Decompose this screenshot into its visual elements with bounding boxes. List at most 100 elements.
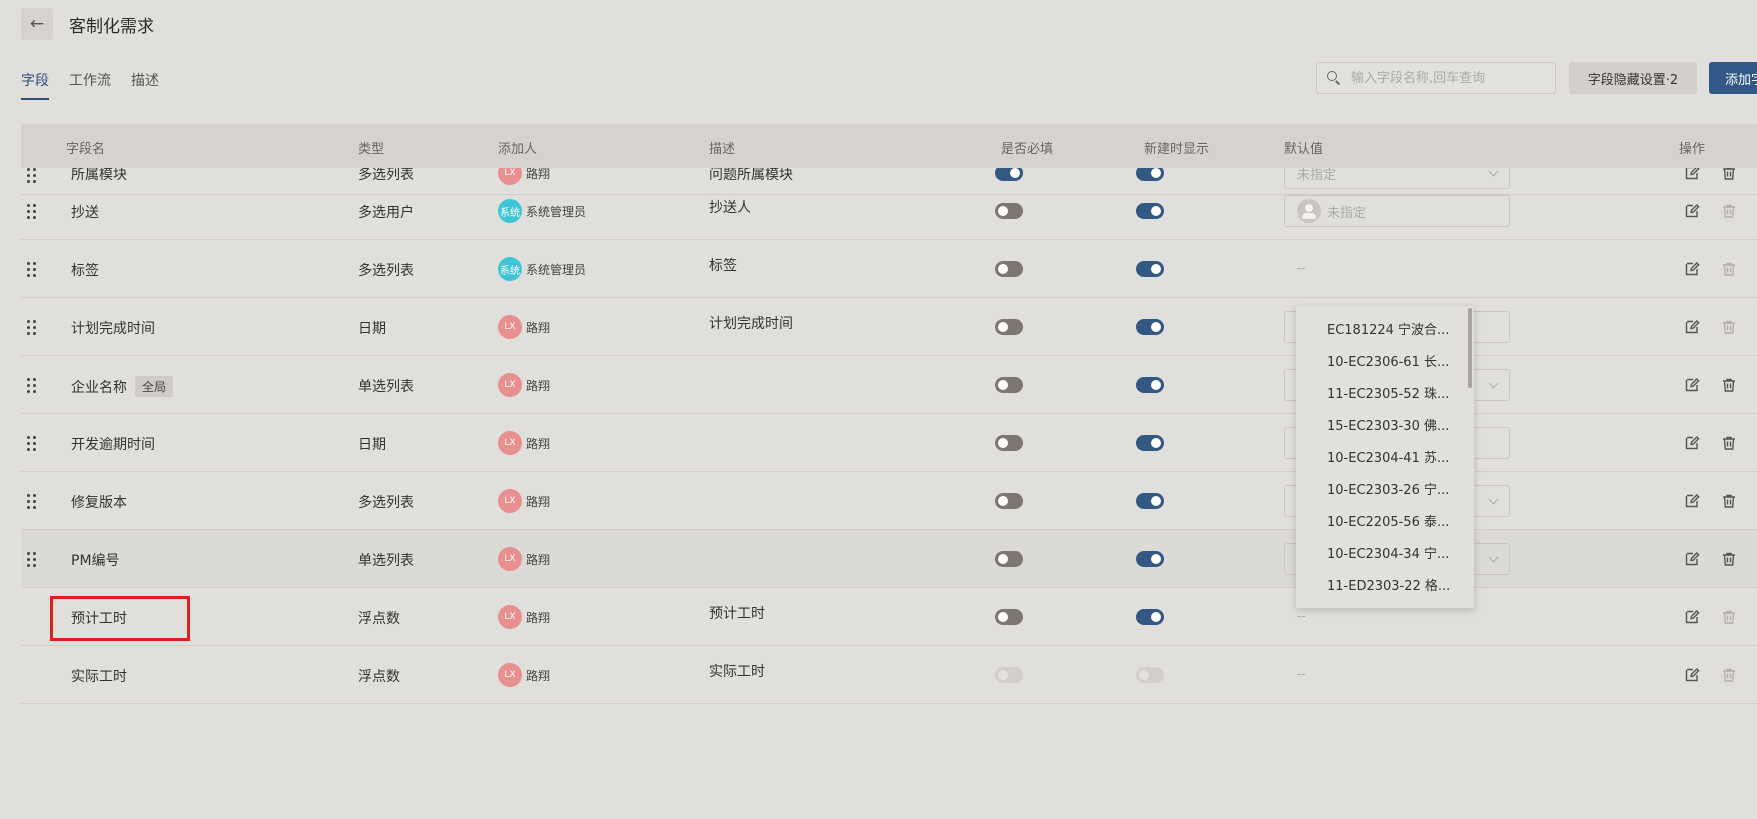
field-name-text: 修复版本 bbox=[71, 495, 127, 511]
required-toggle[interactable] bbox=[995, 203, 1023, 219]
field-adder: LX 路翔 bbox=[498, 489, 550, 513]
field-type: 日期 bbox=[358, 321, 386, 337]
dropdown-option[interactable]: 11-ED2303-22 格... bbox=[1296, 568, 1474, 600]
field-name-text: 抄送 bbox=[71, 205, 99, 221]
col-header-required: 是否必填 bbox=[1001, 142, 1054, 157]
dropdown-option[interactable]: 10-EC2205-56 泰... bbox=[1296, 504, 1474, 536]
drag-handle-icon[interactable] bbox=[27, 494, 37, 509]
field-adder: LX 路翔 bbox=[498, 605, 550, 629]
required-toggle[interactable] bbox=[995, 319, 1023, 335]
field-name-text: 实际工时 bbox=[71, 669, 127, 685]
required-toggle[interactable] bbox=[995, 551, 1023, 567]
avatar: LX bbox=[498, 663, 522, 687]
show-on-create-toggle[interactable] bbox=[1136, 203, 1164, 219]
table-row: 预计工时 浮点数 LX 路翔 预计工时 -- bbox=[21, 588, 1757, 646]
dropdown-option[interactable]: 10-EC2304-41 苏... bbox=[1296, 440, 1474, 472]
show-on-create-toggle bbox=[1136, 667, 1164, 683]
edit-icon[interactable] bbox=[1684, 667, 1700, 683]
edit-icon[interactable] bbox=[1684, 609, 1700, 625]
field-adder: LX 路翔 bbox=[498, 431, 550, 455]
edit-icon[interactable] bbox=[1684, 261, 1700, 277]
chevron-down-icon bbox=[1488, 378, 1499, 389]
show-on-create-toggle[interactable] bbox=[1136, 551, 1164, 567]
drag-handle-icon[interactable] bbox=[27, 168, 37, 183]
required-toggle[interactable] bbox=[995, 609, 1023, 625]
table-row: PM编号单选列表LX路翔未指定 bbox=[21, 530, 1757, 588]
field-name-text: 企业名称 bbox=[71, 379, 127, 396]
edit-icon[interactable] bbox=[1684, 319, 1700, 335]
field-type: 多选列表 bbox=[358, 495, 414, 511]
highlight-box bbox=[50, 596, 190, 641]
field-description: 计划完成时间 bbox=[709, 316, 793, 332]
field-type: 日期 bbox=[358, 437, 386, 453]
show-on-create-toggle[interactable] bbox=[1136, 493, 1164, 509]
default-value-empty: -- bbox=[1297, 609, 1306, 623]
adder-name: 系统管理员 bbox=[526, 262, 587, 277]
dropdown-option[interactable]: 10-EC2304-34 宁... bbox=[1296, 536, 1474, 568]
edit-icon[interactable] bbox=[1684, 377, 1700, 393]
avatar: LX bbox=[498, 315, 522, 339]
search-icon bbox=[1327, 71, 1341, 85]
table-row: 实际工时 浮点数 LX 路翔 实际工时 -- bbox=[21, 646, 1757, 704]
chevron-down-icon bbox=[1488, 552, 1499, 563]
required-toggle[interactable] bbox=[995, 261, 1023, 277]
tab-description[interactable]: 描述 bbox=[131, 70, 159, 100]
tab-workflow[interactable]: 工作流 bbox=[69, 70, 111, 100]
show-on-create-toggle[interactable] bbox=[1136, 609, 1164, 625]
delete-icon[interactable] bbox=[1721, 377, 1737, 393]
adder-name: 路翔 bbox=[526, 668, 551, 683]
drag-handle-icon[interactable] bbox=[27, 436, 37, 451]
required-toggle[interactable] bbox=[995, 493, 1023, 509]
edit-icon[interactable] bbox=[1684, 435, 1700, 451]
show-on-create-toggle[interactable] bbox=[1136, 435, 1164, 451]
adder-name: 路翔 bbox=[526, 320, 551, 335]
dropdown-option[interactable]: EC181224 宁波合... bbox=[1296, 312, 1474, 344]
dropdown-option[interactable]: 10-EC2303-26 宁... bbox=[1296, 472, 1474, 504]
avatar: LX bbox=[498, 431, 522, 455]
global-tag-badge: 全局 bbox=[135, 376, 174, 397]
delete-icon[interactable] bbox=[1721, 551, 1737, 567]
field-type: 浮点数 bbox=[358, 611, 400, 627]
delete-icon[interactable] bbox=[1721, 493, 1737, 509]
adder-name: 系统管理员 bbox=[526, 204, 587, 219]
tab-fields[interactable]: 字段 bbox=[21, 70, 49, 100]
field-name-text: PM编号 bbox=[71, 553, 120, 569]
required-toggle[interactable] bbox=[995, 435, 1023, 451]
add-field-button[interactable]: 添加字 bbox=[1709, 62, 1757, 94]
dropdown-option[interactable]: 10-EC2306-61 长... bbox=[1296, 344, 1474, 376]
field-adder: LX 路翔 bbox=[498, 373, 550, 397]
delete-icon bbox=[1721, 609, 1737, 625]
dropdown-option[interactable]: 15-EC2303-30 佛... bbox=[1296, 408, 1474, 440]
show-on-create-toggle[interactable] bbox=[1136, 261, 1164, 277]
field-type: 浮点数 bbox=[358, 669, 400, 685]
required-toggle[interactable] bbox=[995, 377, 1023, 393]
table-row: 计划完成时间 日期 LX 路翔 计划完成时间 bbox=[21, 298, 1757, 356]
dropdown-option[interactable]: 11-EC2305-52 珠... bbox=[1296, 376, 1474, 408]
topbar: ← 客制化需求 bbox=[21, 8, 154, 40]
default-value-text: 未指定 bbox=[1327, 205, 1367, 221]
edit-icon[interactable] bbox=[1684, 203, 1700, 219]
delete-icon[interactable] bbox=[1721, 435, 1737, 451]
back-button[interactable]: ← bbox=[21, 8, 53, 40]
col-header-show-on-create: 新建时显示 bbox=[1144, 142, 1210, 157]
drag-handle-icon[interactable] bbox=[27, 204, 37, 219]
col-header-actions: 操作 bbox=[1679, 142, 1706, 157]
drag-handle-icon[interactable] bbox=[27, 262, 37, 277]
chevron-down-icon bbox=[1488, 494, 1499, 505]
show-on-create-toggle[interactable] bbox=[1136, 319, 1164, 335]
search-input[interactable] bbox=[1351, 70, 1541, 86]
drag-handle-icon[interactable] bbox=[27, 378, 37, 393]
field-type: 多选用户 bbox=[358, 205, 414, 221]
adder-name: 路翔 bbox=[526, 436, 551, 451]
edit-icon[interactable] bbox=[1684, 551, 1700, 567]
show-on-create-toggle[interactable] bbox=[1136, 377, 1164, 393]
dropdown-scrollbar[interactable] bbox=[1468, 308, 1472, 388]
edit-icon[interactable] bbox=[1684, 493, 1700, 509]
default-value-field[interactable]: 未指定 bbox=[1284, 195, 1510, 227]
tab-bar: 字段 工作流 描述 bbox=[21, 70, 159, 100]
arrow-left-icon: ← bbox=[29, 14, 45, 34]
field-hide-settings-button[interactable]: 字段隐藏设置·2 bbox=[1569, 62, 1697, 94]
drag-handle-icon[interactable] bbox=[27, 320, 37, 335]
field-adder: LX 路翔 bbox=[498, 547, 550, 571]
drag-handle-icon[interactable] bbox=[27, 552, 37, 567]
